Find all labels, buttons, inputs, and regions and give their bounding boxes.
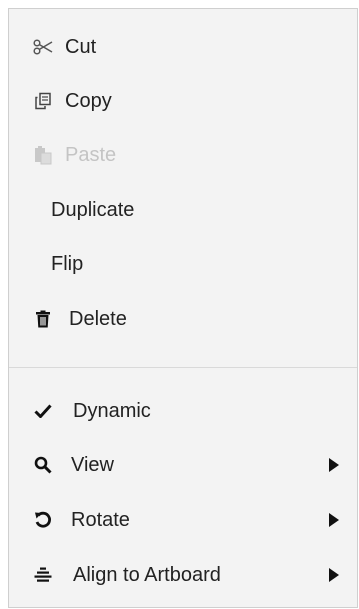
rotate-icon — [33, 510, 53, 530]
menu-item-delete[interactable]: Delete — [9, 292, 357, 346]
menu-item-label: View — [71, 454, 114, 476]
align-center-icon — [33, 565, 53, 585]
menu-item-dynamic[interactable]: Dynamic — [9, 384, 357, 438]
menu-item-cut[interactable]: Cut — [9, 20, 357, 74]
copy-icon — [33, 91, 53, 111]
submenu-arrow-icon — [329, 513, 339, 527]
menu-item-label: Dynamic — [73, 400, 151, 422]
menu-divider — [9, 367, 357, 368]
menu-item-label: Delete — [69, 308, 127, 330]
menu-item-label: Flip — [51, 253, 84, 275]
checkmark-icon — [33, 401, 53, 421]
menu-item-duplicate[interactable]: Duplicate — [9, 183, 357, 237]
menu-item-label: Copy — [65, 90, 112, 112]
menu-item-label: Cut — [65, 36, 97, 58]
submenu-arrow-icon — [329, 458, 339, 472]
trash-icon — [33, 309, 53, 329]
search-icon — [33, 455, 53, 475]
menu-item-label: Align to Artboard — [73, 564, 221, 586]
context-menu: Cut Copy Paste Duplicate Flip Delete Dyn… — [8, 8, 358, 608]
menu-item-flip[interactable]: Flip — [9, 237, 357, 291]
menu-item-paste[interactable]: Paste — [9, 128, 357, 182]
menu-item-label: Rotate — [71, 509, 130, 531]
paste-icon — [33, 145, 53, 165]
menu-item-label: Paste — [65, 144, 117, 166]
menu-item-rotate[interactable]: Rotate — [9, 493, 357, 547]
submenu-arrow-icon — [329, 568, 339, 582]
menu-item-view[interactable]: View — [9, 438, 357, 492]
menu-item-label: Duplicate — [51, 199, 135, 221]
menu-item-align-to-artboard[interactable]: Align to Artboard — [9, 548, 357, 602]
scissors-icon — [33, 37, 53, 57]
menu-item-copy[interactable]: Copy — [9, 74, 357, 128]
